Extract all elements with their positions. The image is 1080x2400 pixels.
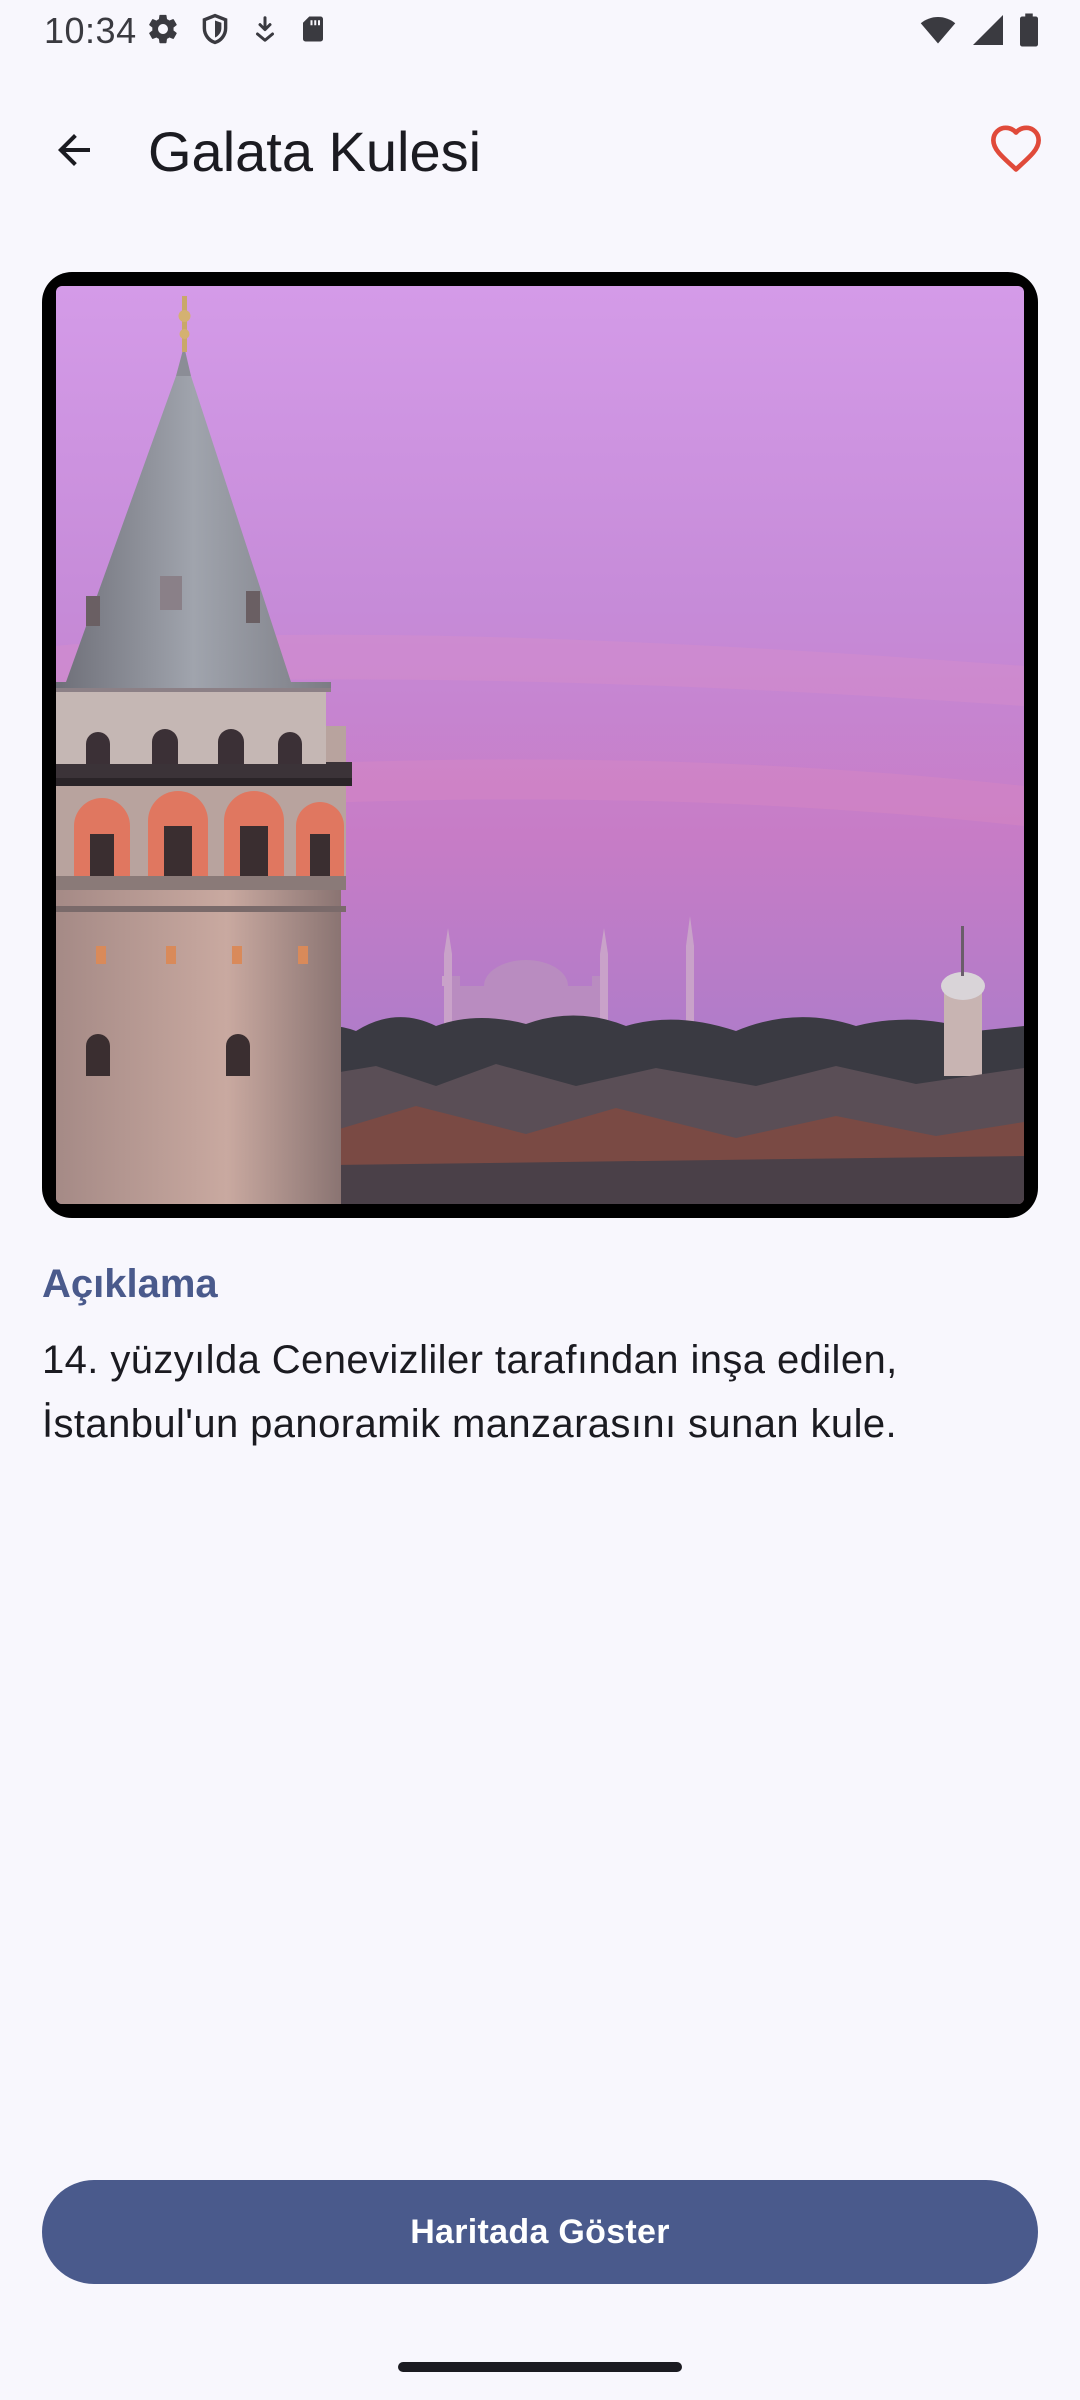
sd-card-icon <box>298 12 328 46</box>
page-title: Galata Kulesi <box>148 120 482 183</box>
arrow-back-icon <box>50 126 98 179</box>
wifi-icon <box>918 12 958 48</box>
status-icons-right <box>918 12 1040 48</box>
top-app-bar: Galata Kulesi <box>0 86 1080 210</box>
download-icon <box>250 12 280 46</box>
hero-image <box>56 286 1024 1204</box>
description-heading: Açıklama <box>42 1262 218 1306</box>
heart-outline-icon <box>988 122 1044 183</box>
description-text: 14. yüzyılda Cenevizliler tarafından inş… <box>42 1338 898 1446</box>
settings-icon <box>146 12 180 46</box>
cell-signal-icon <box>970 12 1006 48</box>
hero-image-card <box>42 272 1038 1218</box>
favorite-button[interactable] <box>976 112 1056 192</box>
shield-icon <box>198 12 232 46</box>
status-icons-left <box>146 12 328 46</box>
back-button[interactable] <box>34 112 114 192</box>
show-on-map-button[interactable]: Haritada Göster <box>42 2180 1038 2284</box>
gesture-navigation-bar[interactable] <box>398 2362 682 2372</box>
battery-icon <box>1018 12 1040 48</box>
status-time: 10:34 <box>44 10 137 51</box>
status-bar: 10:34 <box>0 0 1080 64</box>
